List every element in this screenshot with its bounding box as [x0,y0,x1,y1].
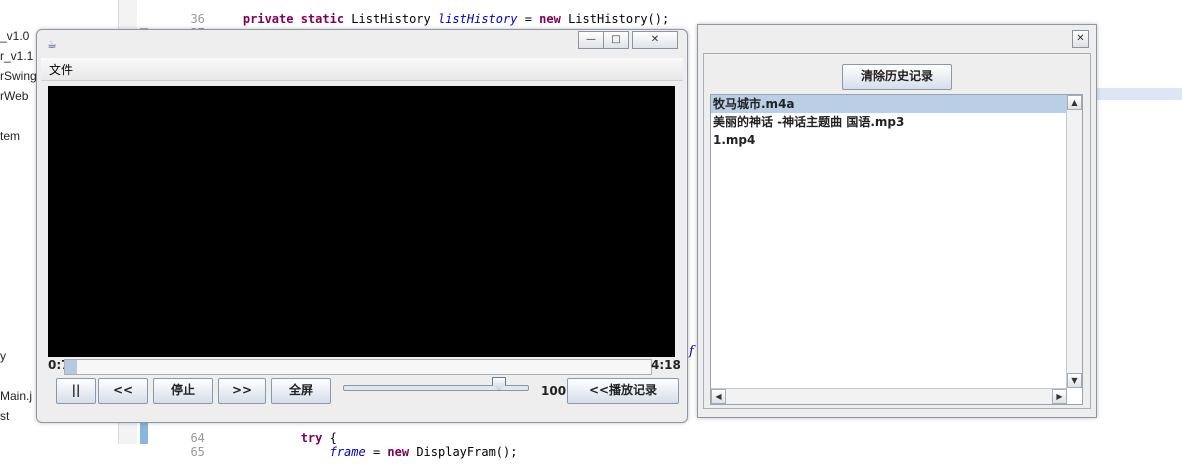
rewind-button[interactable]: << [98,378,148,404]
list-item[interactable]: 美丽的神话 -神话主题曲 国语.mp3 [711,113,1067,131]
stop-button[interactable]: 停止 [153,378,213,404]
java-app-icon: ☕ [47,38,57,51]
list-item[interactable]: 1.mp4 [711,131,1067,149]
list-item[interactable]: 牧马城市.m4a [711,95,1067,113]
history-button[interactable]: <<播放记录 [567,378,679,404]
forward-button[interactable]: >> [218,378,266,404]
tree-item[interactable]: tem [0,129,20,143]
volume-value: 100 [541,384,567,398]
tree-item[interactable]: r_v1.1 [0,49,33,63]
tree-item[interactable]: _v1.0 [0,29,29,43]
line-number: 65 [190,445,205,459]
scroll-left-icon[interactable]: ◀ [711,389,726,404]
menu-file[interactable]: 文件 [49,61,73,78]
player-menubar: 文件 [41,58,683,81]
progress-slider[interactable] [64,359,652,375]
close-button[interactable]: ✕ [632,31,678,49]
history-window[interactable]: ✕ 清除历史记录 牧马城市.m4a 美丽的神话 -神话主题曲 国语.mp3 1.… [697,24,1097,418]
clear-history-button[interactable]: 清除历史记录 [842,64,952,90]
progress-fill [65,360,77,374]
history-panel: 清除历史记录 牧马城市.m4a 美丽的神话 -神话主题曲 国语.mp3 1.mp… [703,53,1091,409]
scroll-down-icon[interactable]: ▼ [1067,373,1082,388]
video-display[interactable] [48,86,675,357]
tree-item[interactable]: rWeb [0,89,28,103]
fullscreen-button[interactable]: 全屏 [271,378,331,404]
tree-item[interactable]: Main.j [0,389,32,403]
ide-gutter-marker [140,420,148,444]
pause-button[interactable]: || [56,378,96,404]
scroll-up-icon[interactable]: ▲ [1067,95,1082,110]
tree-item[interactable]: rSwing [0,69,37,83]
window-controls: — □ [578,31,629,49]
ide-code-fragment: f [689,344,694,359]
total-time: 4:18 [651,358,681,372]
code-line: 65 frame = new DisplayFram(); [150,431,517,473]
history-list[interactable]: 牧马城市.m4a 美丽的神话 -神话主题曲 国语.mp3 1.mp4 ▲ ▼ ◀… [710,94,1083,405]
tree-item[interactable]: st [0,409,9,423]
maximize-button[interactable]: □ [603,31,629,49]
tree-item[interactable]: y [0,349,6,363]
close-group: ✕ [632,31,678,49]
horizontal-scrollbar[interactable]: ◀ ▶ [711,388,1067,404]
minimize-button[interactable]: — [578,31,604,49]
vertical-scrollbar[interactable]: ▲ ▼ [1066,95,1082,388]
ide-line-highlight [1097,88,1182,100]
player-titlebar[interactable]: ☕ — □ ✕ [37,30,687,58]
close-button[interactable]: ✕ [1072,30,1089,48]
scroll-right-icon[interactable]: ▶ [1052,389,1067,404]
player-window[interactable]: ☕ — □ ✕ 文件 0:7 4:18 || << 停止 >> 全屏 100 <… [36,29,688,423]
